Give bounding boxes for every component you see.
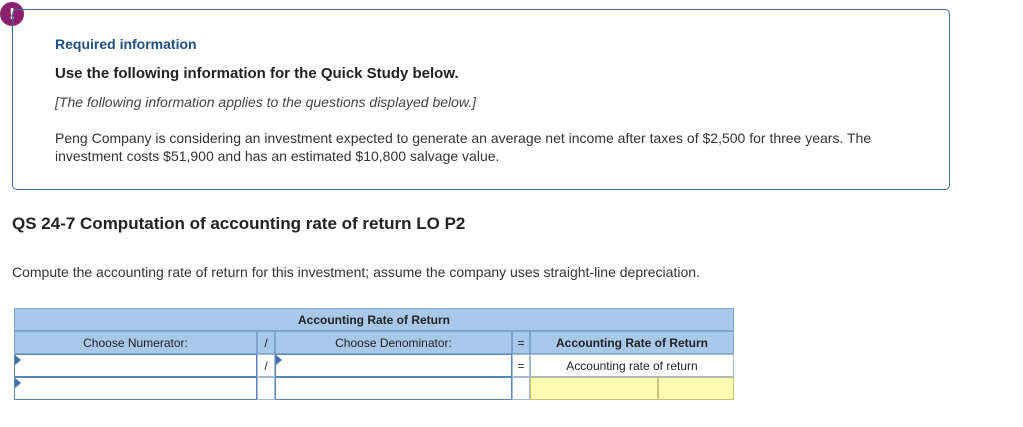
question-title: QS 24-7 Computation of accounting rate o… — [12, 214, 466, 233]
blank-operator-cell — [257, 377, 275, 400]
denominator-label: Choose Denominator: — [275, 331, 512, 354]
numerator-label: Choose Numerator: — [14, 331, 257, 354]
accounting-rate-percent-input[interactable] — [658, 377, 734, 400]
numerator-input[interactable] — [14, 354, 257, 377]
use-info-line: Use the following information for the Qu… — [55, 65, 459, 82]
divide-symbol: / — [257, 354, 275, 377]
numerator-input-2[interactable] — [14, 377, 257, 400]
required-info-title: Required information — [55, 36, 197, 52]
divide-symbol: / — [257, 331, 275, 354]
equals-symbol: = — [512, 331, 530, 354]
table-header-title: Accounting Rate of Return — [14, 308, 734, 331]
scenario-text: Peng Company is considering an investmen… — [55, 130, 872, 164]
denominator-input[interactable] — [275, 354, 512, 377]
info-note: [The following information applies to th… — [55, 94, 477, 110]
equals-symbol: = — [512, 354, 530, 377]
blank-operator-cell — [512, 377, 530, 400]
accounting-rate-answer-input[interactable] — [530, 377, 658, 400]
accounting-rate-table: Accounting Rate of Return Choose Numerat… — [14, 308, 734, 400]
question-instruction: Compute the accounting rate of return fo… — [12, 264, 700, 280]
numerator-label-text: Choose Numerator: — [83, 335, 188, 350]
denominator-input-2[interactable] — [275, 377, 512, 400]
result-row-label: Accounting rate of return — [530, 354, 734, 377]
result-label: Accounting Rate of Return — [530, 331, 734, 354]
